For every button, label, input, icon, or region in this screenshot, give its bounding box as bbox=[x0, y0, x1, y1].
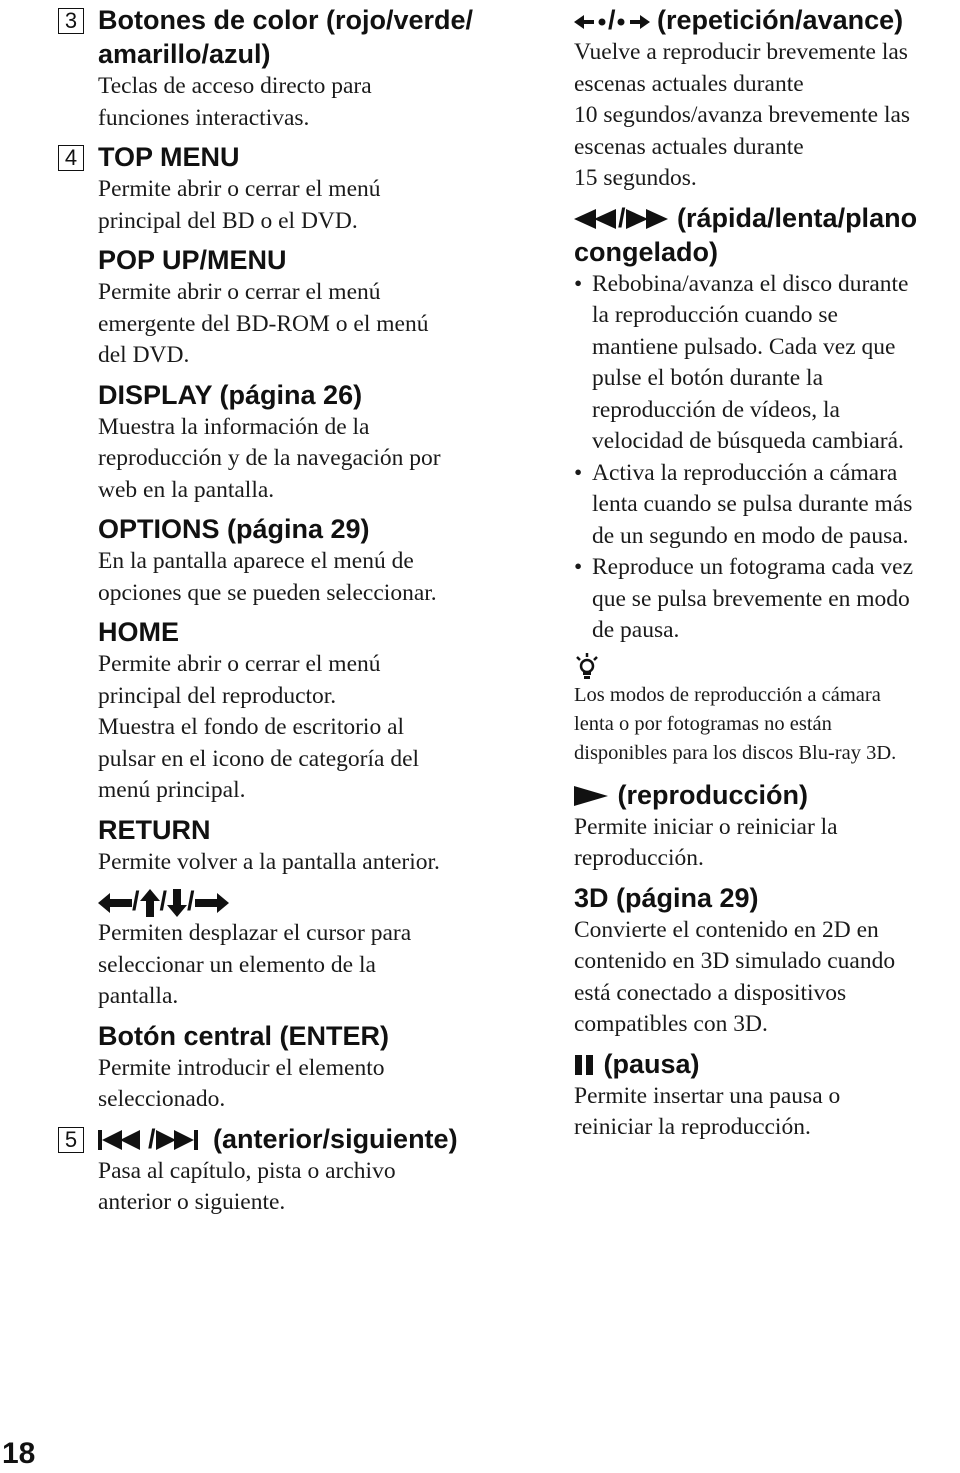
instant-advance-icon bbox=[617, 14, 650, 29]
replay-advance-heading: / (repetición/avance) bbox=[574, 3, 960, 37]
rewind-icon bbox=[574, 209, 616, 230]
section-3-color-buttons: 3 Botones de color (rojo/verde/ amarillo… bbox=[58, 3, 498, 134]
enter-description: Permite introducir el elemento selecciona… bbox=[98, 1054, 385, 1113]
3d-section: 3D (página 29) Convierte el contenido en… bbox=[574, 881, 960, 1041]
display-description: Muestra la información de la reproducción… bbox=[98, 413, 441, 503]
options-description: En la pantalla aparece el menú de opcione… bbox=[98, 548, 437, 606]
options-heading: OPTIONS (página 29) bbox=[98, 514, 370, 544]
next-track-icon bbox=[155, 1130, 198, 1151]
home-description: Permite abrir o cerrar el menú principal … bbox=[98, 651, 420, 803]
page-number: 18 bbox=[2, 1437, 36, 1470]
replay-advance-description: Vuelve a reproducir brevemente las escena… bbox=[574, 39, 911, 191]
heading-text: Botones de color (rojo/verde/ bbox=[98, 5, 474, 35]
play-heading: (reproducción) bbox=[574, 778, 960, 812]
enter-heading: Botón central (ENTER) bbox=[98, 1020, 390, 1051]
play-description: Permite iniciar o reiniciar la reproducci… bbox=[574, 813, 838, 872]
instant-replay-icon bbox=[574, 14, 606, 29]
description: Teclas de acceso directo para funciones i… bbox=[98, 73, 372, 131]
display-heading: DISPLAY (página 26) bbox=[98, 379, 363, 410]
prev-track-icon bbox=[98, 1130, 140, 1151]
top-menu-description: Permite abrir o cerrar el menú principal … bbox=[98, 176, 381, 234]
scan-bullet-list: Rebobina/avanza el disco durantela repro… bbox=[574, 269, 960, 647]
3d-heading: 3D (página 29) bbox=[574, 882, 759, 913]
play-icon bbox=[574, 786, 608, 807]
scan-section: / (rápida/lenta/plano congelado) Rebobin… bbox=[574, 201, 960, 647]
lightbulb-hint-icon bbox=[576, 652, 598, 679]
play-section: (reproducción) Permite iniciar o reinici… bbox=[574, 778, 960, 875]
return-description: Permite volver a la pantalla anterior. bbox=[98, 848, 440, 875]
arrow-up-icon bbox=[139, 888, 160, 917]
right-column: / (repetición/avance) Vuelve a reproduci… bbox=[574, 3, 960, 1144]
prev-next-description: Pasa al capítulo, pista o archivo anterio… bbox=[98, 1157, 396, 1216]
section-4-menu-buttons: 4 TOP MENU Permite abrir o cerrar el men… bbox=[58, 140, 498, 1116]
scan-heading: / (rápida/lenta/plano congelado) bbox=[574, 202, 918, 267]
section-number-badge: 3 bbox=[58, 8, 84, 34]
3d-description: Convierte el contenido en 2D en contenido… bbox=[574, 916, 896, 1038]
list-item: Rebobina/avanza el disco durantela repro… bbox=[574, 269, 960, 458]
popup-menu-heading: POP UP/MENU bbox=[98, 245, 287, 275]
arrow-keys-description: Permiten desplazar el cursor para selecci… bbox=[98, 920, 412, 1009]
left-column: 3 Botones de color (rojo/verde/ amarillo… bbox=[58, 3, 498, 1219]
section-number-badge: 4 bbox=[58, 145, 84, 171]
section-heading: 3 Botones de color (rojo/verde/ amarillo… bbox=[58, 3, 498, 71]
arrow-left-icon bbox=[98, 892, 132, 913]
section-5-prev-next: 5 / (anterior/siguiente) Pasa al capítul… bbox=[58, 1122, 498, 1219]
arrow-right-icon bbox=[194, 892, 229, 913]
popup-menu-description: Permite abrir o cerrar el menú emergente … bbox=[98, 279, 429, 368]
heading-text: amarillo/azul) bbox=[98, 39, 271, 69]
arrow-down-icon bbox=[167, 888, 188, 917]
list-item: Activa la reproducción a cámaralenta cua… bbox=[574, 458, 960, 553]
tip-note: Los modos de reproducción a cámara lenta … bbox=[574, 652, 960, 768]
pause-icon bbox=[575, 1055, 593, 1076]
pause-heading: (pausa) bbox=[574, 1047, 960, 1081]
tip-text: Los modos de reproducción a cámara lenta … bbox=[574, 683, 897, 764]
prev-next-heading: 5 / (anterior/siguiente) bbox=[58, 1122, 498, 1156]
arrow-keys-heading: / / / bbox=[58, 884, 498, 918]
section-number-badge: 5 bbox=[58, 1126, 84, 1153]
pause-description: Permite insertar una pausa o reiniciar la… bbox=[574, 1082, 841, 1141]
list-item: Reproduce un fotograma cada vezque se pu… bbox=[574, 552, 960, 647]
replay-advance-section: / (repetición/avance) Vuelve a reproduci… bbox=[574, 3, 960, 195]
fast-forward-icon bbox=[625, 209, 668, 230]
pause-section: (pausa) Permite insertar una pausa o rein… bbox=[574, 1047, 960, 1144]
home-heading: HOME bbox=[98, 617, 179, 647]
top-menu-heading: 4 TOP MENU bbox=[58, 140, 498, 174]
return-heading: RETURN bbox=[98, 814, 211, 845]
